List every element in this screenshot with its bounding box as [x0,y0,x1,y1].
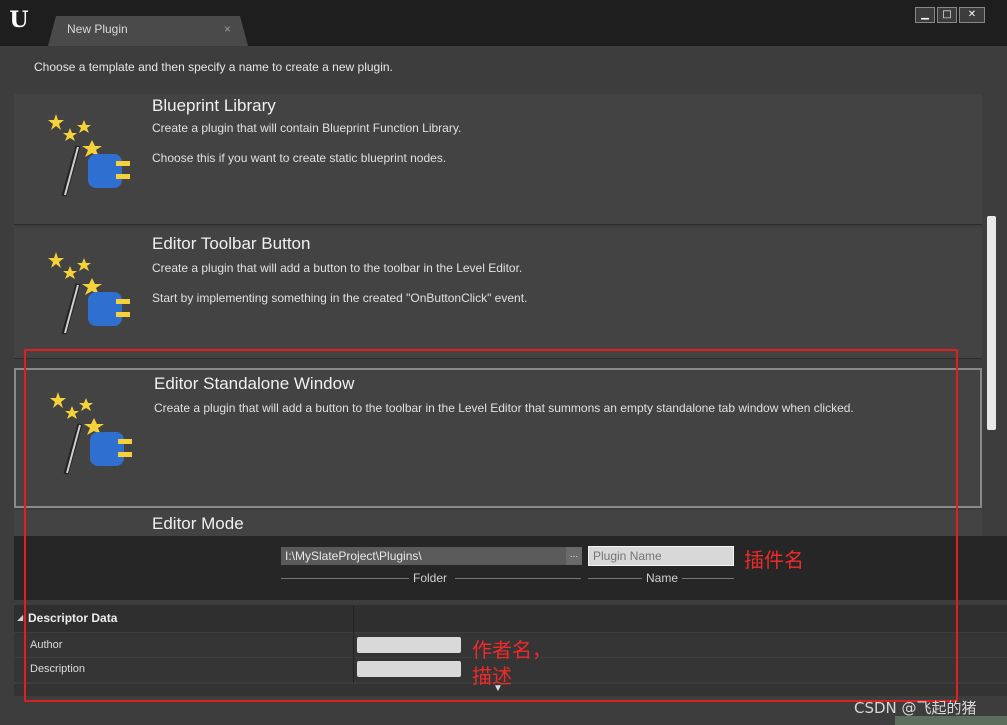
template-description: Choose this if you want to create static… [152,151,447,165]
annotation-plugin-name: 插件名 [744,548,804,572]
maximize-button[interactable]: □ [937,7,957,23]
plugin-wand-icon [48,252,130,335]
window-controls: ▁ □ ✕ [915,7,985,23]
template-card-editor-toolbar-button[interactable]: Editor Toolbar Button Create a plugin th… [14,228,982,359]
tab-label: New Plugin [67,22,128,36]
template-description: Create a plugin that will contain Bluepr… [152,121,462,135]
close-button[interactable]: ✕ [959,7,985,23]
annotation-description: 描述 [472,664,512,688]
template-title: Editor Toolbar Button [152,234,311,253]
annotation-author: 作者名， [472,638,552,662]
template-description: Start by implementing something in the c… [152,291,528,305]
template-card-blueprint-library[interactable]: Blueprint Library Create a plugin that w… [14,94,982,225]
template-title: Blueprint Library [152,96,276,115]
unreal-logo-icon: U [9,7,29,33]
tab-close-icon[interactable]: × [224,22,231,36]
template-description: Create a plugin that will add a button t… [152,261,523,275]
instructions-text: Choose a template and then specify a nam… [34,60,393,74]
template-list-scrollbar[interactable] [987,216,996,430]
collapse-triangle-icon[interactable]: ◢ [17,613,23,622]
plugin-wand-icon [48,114,130,197]
watermark: CSDN @飞起的猪 [854,699,977,717]
minimize-button[interactable]: ▁ [915,7,935,23]
create-plugin-button-edge[interactable] [895,716,1007,725]
